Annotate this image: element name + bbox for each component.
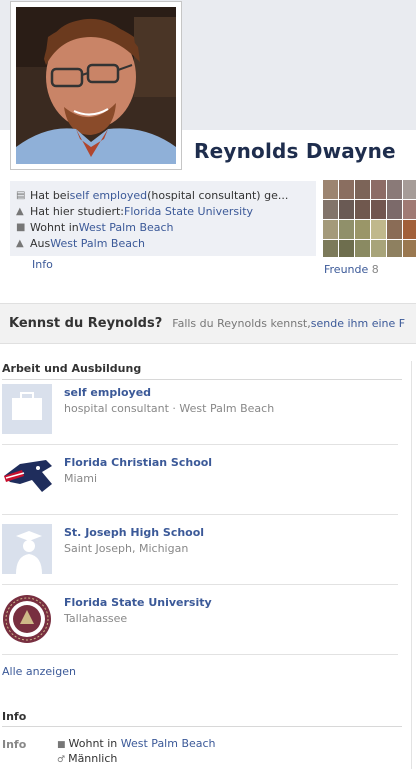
show-all-link[interactable]: Alle anzeigen (2, 665, 76, 678)
friend-thumbnail[interactable] (371, 200, 386, 219)
friend-thumbnail[interactable] (403, 180, 416, 199)
work-item-sub: Miami (64, 472, 98, 485)
divider (2, 584, 398, 585)
friend-thumbnail[interactable] (339, 240, 354, 257)
patriots-logo-icon (2, 454, 52, 504)
education-link[interactable]: Florida State University (124, 205, 253, 218)
about-summary-box: ▤ Hat bei self employed (hospital consul… (10, 181, 316, 256)
graduate-placeholder-icon (2, 524, 52, 574)
info-gender-row: ♂ Männlich (57, 752, 117, 765)
info-link[interactable]: Info (32, 258, 53, 271)
friend-thumbnail[interactable] (387, 180, 402, 199)
friend-thumbnail[interactable] (339, 180, 354, 199)
fsu-seal-icon (2, 594, 52, 644)
work-item-sub: hospital consultant · West Palm Beach (64, 402, 275, 415)
friend-thumbnail[interactable] (355, 220, 370, 239)
profile-name: Reynolds Dwayne (194, 139, 396, 163)
work-item-name[interactable]: St. Joseph High School (64, 526, 204, 539)
friends-thumbnails[interactable] (323, 180, 416, 257)
friend-thumbnail[interactable] (339, 200, 354, 219)
friend-thumbnail[interactable] (403, 220, 416, 239)
send-request-link[interactable]: sende ihm eine F (311, 317, 405, 330)
house-icon: ■ (57, 740, 66, 750)
divider (411, 361, 412, 769)
friend-thumbnail[interactable] (403, 200, 416, 219)
about-row-education: ▲ Hat hier studiert: Florida State Unive… (16, 204, 254, 218)
house-icon: ■ (16, 221, 26, 233)
divider (2, 444, 398, 445)
friend-thumbnail[interactable] (339, 220, 354, 239)
friends-label[interactable]: Freunde 8 (324, 263, 379, 276)
about-row-work: ▤ Hat bei self employed (hospital consul… (16, 188, 289, 202)
info-city-link[interactable]: West Palm Beach (121, 737, 216, 750)
profile-picture[interactable] (10, 1, 182, 170)
work-item-sub: Saint Joseph, Michigan (64, 542, 189, 555)
about-row-lives: ■ Wohnt in West Palm Beach (16, 220, 174, 234)
friend-thumbnail[interactable] (387, 200, 402, 219)
work-item-name[interactable]: Florida Christian School (64, 456, 212, 469)
divider (2, 379, 402, 380)
current-city-link[interactable]: West Palm Beach (79, 221, 174, 234)
friend-thumbnail[interactable] (355, 240, 370, 257)
friends-count: 8 (371, 263, 379, 276)
divider (2, 514, 398, 515)
friend-thumbnail[interactable] (323, 240, 338, 257)
graduation-cap-icon: ▲ (16, 205, 24, 217)
friend-thumbnail[interactable] (387, 220, 402, 239)
friend-thumbnail[interactable] (355, 200, 370, 219)
hometown-link[interactable]: West Palm Beach (50, 237, 145, 250)
know-text: Falls du Reynolds kennst, (172, 317, 311, 330)
friend-thumbnail[interactable] (323, 220, 338, 239)
friend-thumbnail[interactable] (323, 180, 338, 199)
info-label: Info (2, 738, 27, 751)
profile-photo-image (16, 7, 176, 164)
home-town-icon: ▲ (16, 237, 24, 249)
info-section-title: Info (2, 710, 27, 723)
friend-thumbnail[interactable] (355, 180, 370, 199)
know-title: Kennst du Reynolds? (9, 316, 163, 331)
friend-thumbnail[interactable] (371, 240, 386, 257)
friend-thumbnail[interactable] (403, 240, 416, 257)
divider (2, 726, 402, 727)
work-item-name[interactable]: Florida State University (64, 596, 212, 609)
gender-value: Männlich (68, 752, 118, 765)
friend-thumbnail[interactable] (371, 180, 386, 199)
know-prompt-bar: Kennst du Reynolds? Falls du Reynolds ke… (0, 303, 416, 344)
work-item-sub: Tallahassee (64, 612, 128, 625)
divider (2, 654, 398, 655)
about-row-hometown: ▲ Aus West Palm Beach (16, 236, 145, 250)
work-link[interactable]: self employed (70, 189, 147, 202)
male-icon: ♂ (57, 755, 66, 765)
briefcase-icon: ▤ (16, 189, 26, 201)
work-section-title: Arbeit und Ausbildung (2, 362, 142, 375)
info-lives-row: ■ Wohnt in West Palm Beach (57, 737, 216, 750)
work-item-name[interactable]: self employed (64, 386, 151, 399)
friend-thumbnail[interactable] (323, 200, 338, 219)
friend-thumbnail[interactable] (387, 240, 402, 257)
briefcase-placeholder-icon (2, 384, 52, 434)
friend-thumbnail[interactable] (371, 220, 386, 239)
